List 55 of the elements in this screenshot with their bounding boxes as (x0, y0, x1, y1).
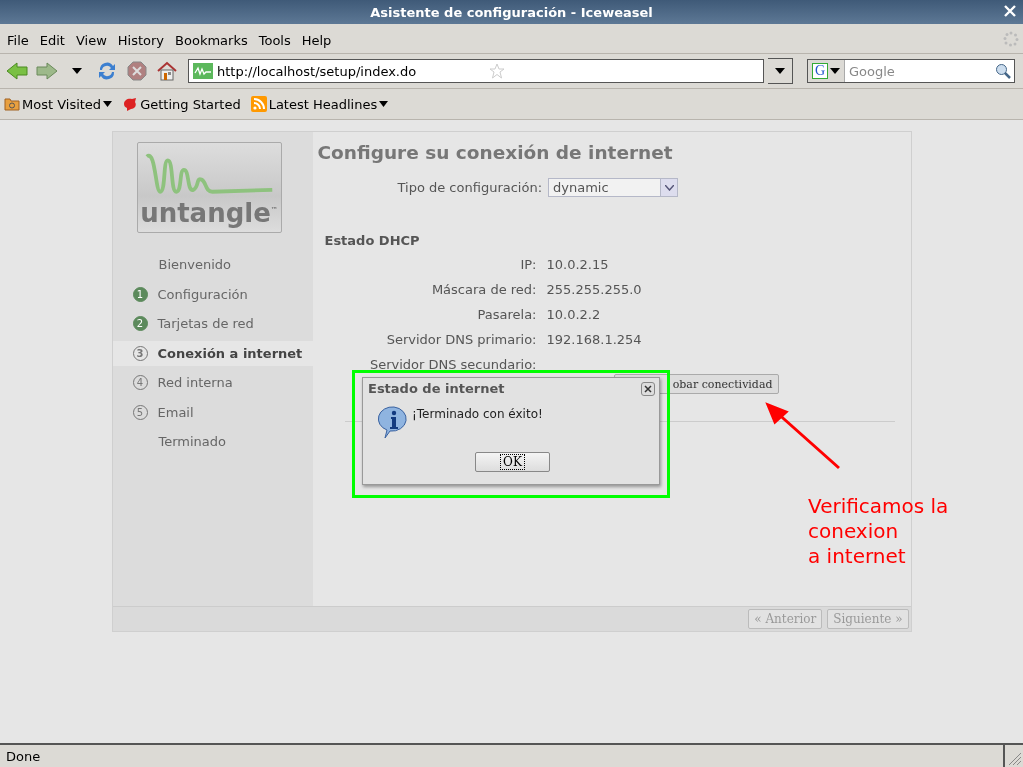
dropdown-icon[interactable] (768, 58, 793, 84)
section-title: Estado DHCP (324, 233, 421, 248)
feed-icon (250, 96, 267, 112)
bookmark-icon (122, 96, 139, 112)
config-type-select[interactable]: dynamic (548, 178, 679, 197)
wizard-step[interactable]: 3 Conexión a internet (112, 340, 313, 366)
ok-button[interactable]: OK (475, 452, 550, 472)
field-label: Servidor DNS primario: (385, 331, 537, 349)
wizard-step[interactable]: Terminado (112, 429, 313, 454)
bookmark-item[interactable]: Latest Headlines (250, 96, 389, 112)
menu-item[interactable]: Edit (34, 32, 71, 48)
bookmark-item[interactable]: Getting Started (122, 96, 241, 112)
field-value: 10.0.2.2 (546, 306, 602, 324)
step-number: 2 (132, 316, 148, 331)
wizard-step[interactable]: 2 Tarjetas de red (112, 311, 313, 336)
menu-item[interactable]: Help (296, 32, 338, 48)
menu-item[interactable]: File (2, 32, 35, 48)
field-value: 192.168.1.254 (546, 331, 643, 349)
search-icon[interactable] (995, 63, 1011, 79)
field-label: Tipo de configuración: (397, 180, 543, 195)
caret-icon (379, 100, 389, 108)
wizard-step[interactable]: 4 Red interna (112, 370, 313, 395)
close-icon[interactable] (641, 382, 655, 396)
search-field[interactable]: G Google (807, 59, 1015, 83)
field-label: Servidor DNS secundario: (368, 356, 537, 374)
annotation-text: Verificamos la conexion a internet (808, 494, 949, 569)
wizard-step[interactable]: 1 Configuración (112, 281, 313, 307)
step-number: 1 (132, 286, 148, 302)
site-icon (193, 63, 213, 79)
resize-grip-icon[interactable] (1003, 745, 1023, 767)
wizard-step[interactable]: 5 Email (112, 399, 313, 425)
wizard-step[interactable]: Bienvenido (112, 252, 313, 277)
menu-item[interactable]: Bookmarks (170, 32, 254, 48)
logo: untangle$^{™}$ (136, 142, 282, 233)
field-label: IP: (519, 256, 537, 274)
menu-item[interactable]: Tools (253, 32, 297, 48)
field-label: Máscara de red: (430, 281, 537, 299)
page-heading: Configure su conexión de internet (317, 142, 674, 163)
folder-icon (4, 96, 20, 112)
dialog-message: ¡Terminado con éxito! (412, 407, 543, 421)
bookmark-item[interactable]: Most Visited (4, 96, 113, 112)
menu-item[interactable]: View (70, 32, 113, 48)
caret-icon (660, 179, 678, 196)
dialog-title: Estado de internet (368, 381, 505, 396)
status-text: Done (6, 748, 41, 764)
menu-item[interactable]: History (112, 32, 171, 48)
stop-icon[interactable] (124, 58, 150, 84)
field-value: 255.255.255.0 (546, 281, 643, 299)
field-label: Pasarela: (476, 306, 537, 324)
caret-icon (103, 100, 113, 108)
address-field[interactable]: http://localhost/setup/index.do (188, 59, 764, 83)
throbber-icon (1003, 31, 1019, 47)
field-value: 10.0.2.15 (546, 256, 610, 274)
window-title: Asistente de configuración - Iceweasel (370, 4, 653, 20)
search-engine-icon[interactable]: G (808, 60, 845, 82)
